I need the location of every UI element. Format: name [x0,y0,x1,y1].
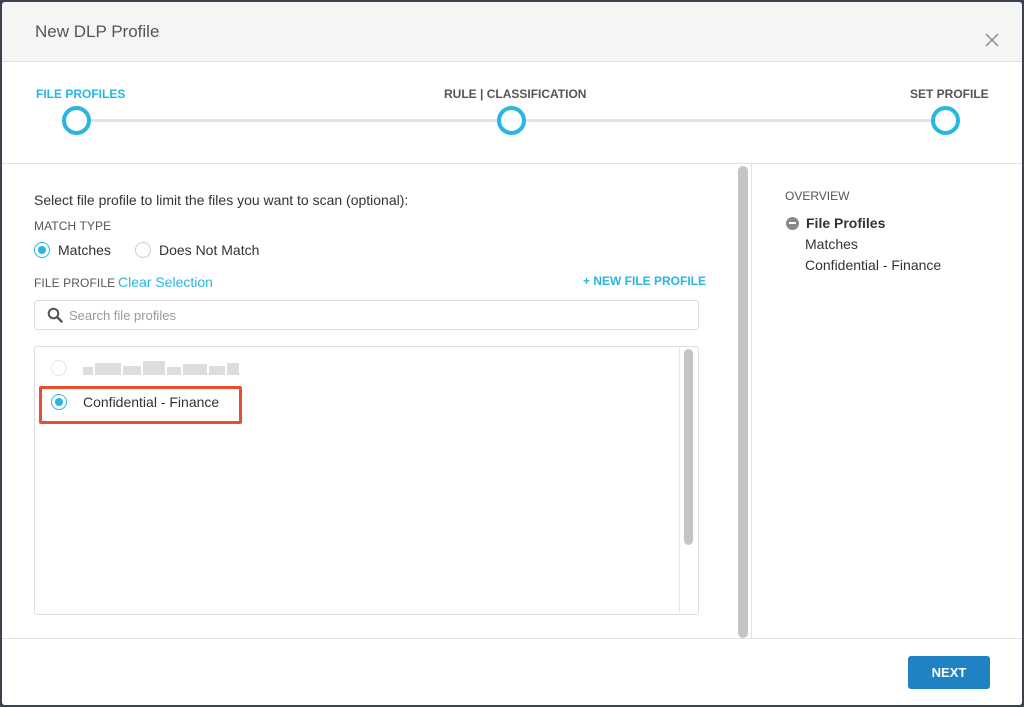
step-circle-set-profile[interactable] [931,106,960,135]
file-profile-panel: Select file profile to limit the files y… [2,164,732,638]
search-icon [47,307,63,323]
panel-scrollbar[interactable] [735,166,749,638]
overview-title: OVERVIEW [785,189,850,203]
search-input[interactable] [69,307,698,323]
list-item-redacted[interactable] [51,360,241,376]
overview-section-file-profiles[interactable]: File Profiles [786,215,885,231]
step-circle-file-profiles[interactable] [62,106,91,135]
list-scrollbar-thumb[interactable] [684,349,693,545]
overview-selected-profile: Confidential - Finance [805,257,942,273]
step-label-set-profile[interactable]: SET PROFILE [910,87,989,101]
panel-scrollbar-thumb[interactable] [738,166,748,638]
file-profile-label: FILE PROFILE [34,276,116,290]
selection-highlight-box [39,386,242,424]
overview-section-label: File Profiles [806,215,886,231]
wizard-stepper: FILE PROFILES RULE | CLASSIFICATION SET … [2,62,1022,164]
dialog-footer: NEXT [2,638,1022,705]
intro-text: Select file profile to limit the files y… [34,192,409,208]
new-dlp-profile-dialog: New DLP Profile FILE PROFILES RULE | CLA… [2,2,1022,705]
step-circle-rule-classification[interactable] [497,106,526,135]
dialog-header: New DLP Profile [2,2,1022,62]
list-item-redacted-radio[interactable] [51,360,67,376]
clear-selection-link[interactable]: Clear Selection [118,274,213,290]
search-field[interactable] [34,300,699,330]
match-type-label: MATCH TYPE [34,219,112,233]
next-button[interactable]: NEXT [908,656,990,689]
radio-does-not-match-control[interactable] [135,242,151,258]
close-icon[interactable] [984,32,1000,48]
radio-does-not-match[interactable]: Does Not Match [135,242,259,258]
panel-divider [751,164,752,638]
radio-matches-control[interactable] [34,242,50,258]
step-label-file-profiles[interactable]: FILE PROFILES [36,87,125,101]
file-profile-list: Confidential - Finance [34,346,699,615]
dialog-title: New DLP Profile [35,22,160,41]
list-scrollbar[interactable] [679,348,697,613]
redacted-label [83,361,241,375]
radio-matches-label: Matches [58,242,111,258]
step-label-rule-classification[interactable]: RULE | CLASSIFICATION [444,87,586,101]
collapse-icon[interactable] [786,216,799,230]
new-file-profile-link[interactable]: + NEW FILE PROFILE [583,274,706,288]
radio-matches[interactable]: Matches [34,242,111,258]
overview-match-type: Matches [805,236,858,252]
radio-does-not-match-label: Does Not Match [159,242,260,258]
